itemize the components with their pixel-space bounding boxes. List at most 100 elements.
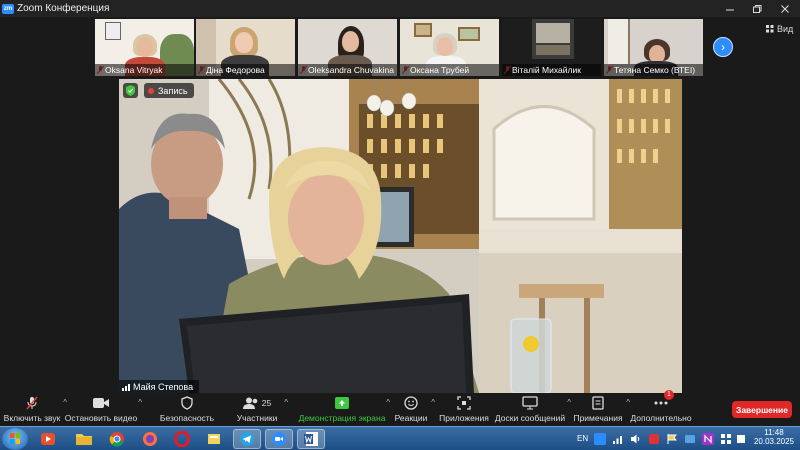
whiteboard-icon <box>522 396 538 410</box>
signal-bars-icon <box>122 383 130 391</box>
maximize-button[interactable] <box>743 0 770 17</box>
chevron-up-icon[interactable]: ^ <box>567 398 571 407</box>
close-icon <box>781 4 789 13</box>
chevron-up-icon[interactable]: ^ <box>138 398 142 407</box>
chevron-up-icon[interactable]: ^ <box>626 398 630 407</box>
reactions-button[interactable]: Реакции ^ <box>394 394 435 426</box>
tray-app-small[interactable] <box>734 429 748 449</box>
window-frame <box>608 19 630 64</box>
chevron-right-icon: › <box>721 40 725 54</box>
taskbar-files[interactable] <box>200 429 228 449</box>
gallery-tile-6[interactable]: Тетяна Семко (ВТЕІ) <box>604 19 703 76</box>
view-button[interactable]: Вид <box>766 24 793 34</box>
main-speaker-video: Запись Майя Степова <box>119 79 682 393</box>
apps-button[interactable]: Приложения <box>439 394 489 426</box>
tray-grid-icon <box>721 434 731 444</box>
close-button[interactable] <box>770 0 800 17</box>
gallery-tile-2[interactable]: Діна Федорова <box>196 19 295 76</box>
taskbar-word[interactable] <box>297 429 325 449</box>
chrome-icon <box>109 432 124 447</box>
chevron-up-icon[interactable]: ^ <box>431 398 435 407</box>
chevron-up-icon[interactable]: ^ <box>284 398 288 407</box>
tray-wifi[interactable] <box>610 429 626 449</box>
tray-square-icon <box>737 435 745 443</box>
clock-date: 20.03.2025 <box>753 437 795 446</box>
tray-app-grid[interactable] <box>718 429 734 449</box>
speaker-name-tag: Майя Степова <box>119 380 200 393</box>
recording-indicator[interactable]: Запись <box>144 83 194 98</box>
gallery-tile-5[interactable]: Віталій Михайлик <box>502 19 601 76</box>
chevron-up-icon[interactable]: ^ <box>63 398 67 407</box>
folder-icon <box>76 434 92 445</box>
tray-app-blue[interactable] <box>682 429 698 449</box>
taskbar-opera[interactable] <box>168 429 196 449</box>
view-grid-icon <box>766 25 774 33</box>
taskbar-chrome[interactable] <box>103 429 131 449</box>
taskbar-telegram[interactable] <box>233 429 261 449</box>
encryption-shield[interactable] <box>123 83 138 98</box>
poster <box>536 23 570 43</box>
stop-video-button[interactable]: Остановить видео ^ <box>65 394 142 426</box>
record-dot-icon <box>148 87 154 94</box>
gallery-tile-3[interactable]: Oleksandra Chuvakina <box>298 19 397 76</box>
share-screen-label: Демонстрация экрана <box>298 413 386 423</box>
notes-button[interactable]: Примечания ^ <box>573 394 630 426</box>
start-button[interactable] <box>2 428 28 450</box>
tray-zoom[interactable] <box>592 429 608 449</box>
gallery-tile-1[interactable]: Oksana Vitryak <box>95 19 194 76</box>
security-label: Безопасность <box>159 413 215 423</box>
notification-badge: 1 <box>664 390 674 400</box>
stop-video-label: Остановить видео <box>64 413 138 423</box>
participant-name: Діна Федорова <box>196 64 295 76</box>
taskbar-explorer[interactable] <box>70 429 98 449</box>
share-screen-button[interactable]: Демонстрация экрана ^ <box>299 394 390 426</box>
recording-label: Запись <box>158 85 188 96</box>
opera-icon <box>174 431 190 447</box>
tray-onenote[interactable] <box>700 429 716 449</box>
antivirus-icon <box>649 434 659 444</box>
clock[interactable]: 11:48 20.03.2025 <box>750 428 798 446</box>
video-camera-icon <box>93 396 109 410</box>
meeting-toolbar: Включить звук ^ Остановить видео ^ Безоп… <box>0 390 800 426</box>
volume-icon <box>631 434 640 444</box>
taskbar-zoom[interactable] <box>265 429 293 449</box>
input-language[interactable]: EN <box>577 434 588 443</box>
participant-name: Oksana Vitryak <box>95 64 194 76</box>
more-dots-icon: 1 <box>653 390 674 410</box>
notes-icon <box>590 396 606 410</box>
unmute-button[interactable]: Включить звук ^ <box>4 394 67 426</box>
security-button[interactable]: Безопасность <box>159 394 215 426</box>
title-bar: zm Zoom Конференция <box>0 0 800 17</box>
windows-logo-icon <box>10 433 20 444</box>
apps-label: Приложения <box>439 413 489 423</box>
onenote-icon <box>702 433 714 445</box>
reaction-smiley-icon <box>403 396 419 410</box>
wall-picture <box>105 22 121 40</box>
telegram-icon <box>240 432 254 446</box>
participant-name: Віталій Михайлик <box>502 64 601 76</box>
end-meeting-button[interactable]: Завершение <box>732 401 792 418</box>
reactions-label: Реакции <box>394 413 428 423</box>
network-icon <box>613 436 622 444</box>
more-button[interactable]: 1 Дополнительно <box>630 390 692 426</box>
minimize-button[interactable] <box>716 0 743 17</box>
taskbar-firefox[interactable] <box>136 429 164 449</box>
zoom-screen: zm Zoom Конференция Oksana Vitryak Діна … <box>0 0 800 450</box>
zoom-app-icon <box>272 432 286 446</box>
speaker-name: Майя Степова <box>133 381 194 392</box>
muted-mic-icon <box>24 396 40 410</box>
chevron-up-icon[interactable]: ^ <box>386 398 390 407</box>
participants-button[interactable]: 25 Участники ^ <box>236 394 288 426</box>
taskbar-media-player[interactable] <box>34 429 62 449</box>
tray-app-red[interactable] <box>646 429 662 449</box>
view-label: Вид <box>777 24 794 34</box>
files-icon <box>208 434 220 444</box>
tray-app-flag[interactable] <box>664 429 680 449</box>
word-icon <box>304 432 318 446</box>
whiteboards-button[interactable]: Доски сообщений ^ <box>495 394 571 426</box>
tray-volume[interactable] <box>628 429 644 449</box>
participants-label: Участники <box>236 413 278 423</box>
minimize-icon <box>725 9 734 10</box>
gallery-next-button[interactable]: › <box>713 37 733 57</box>
gallery-tile-4[interactable]: Оксана Трубей <box>400 19 499 76</box>
